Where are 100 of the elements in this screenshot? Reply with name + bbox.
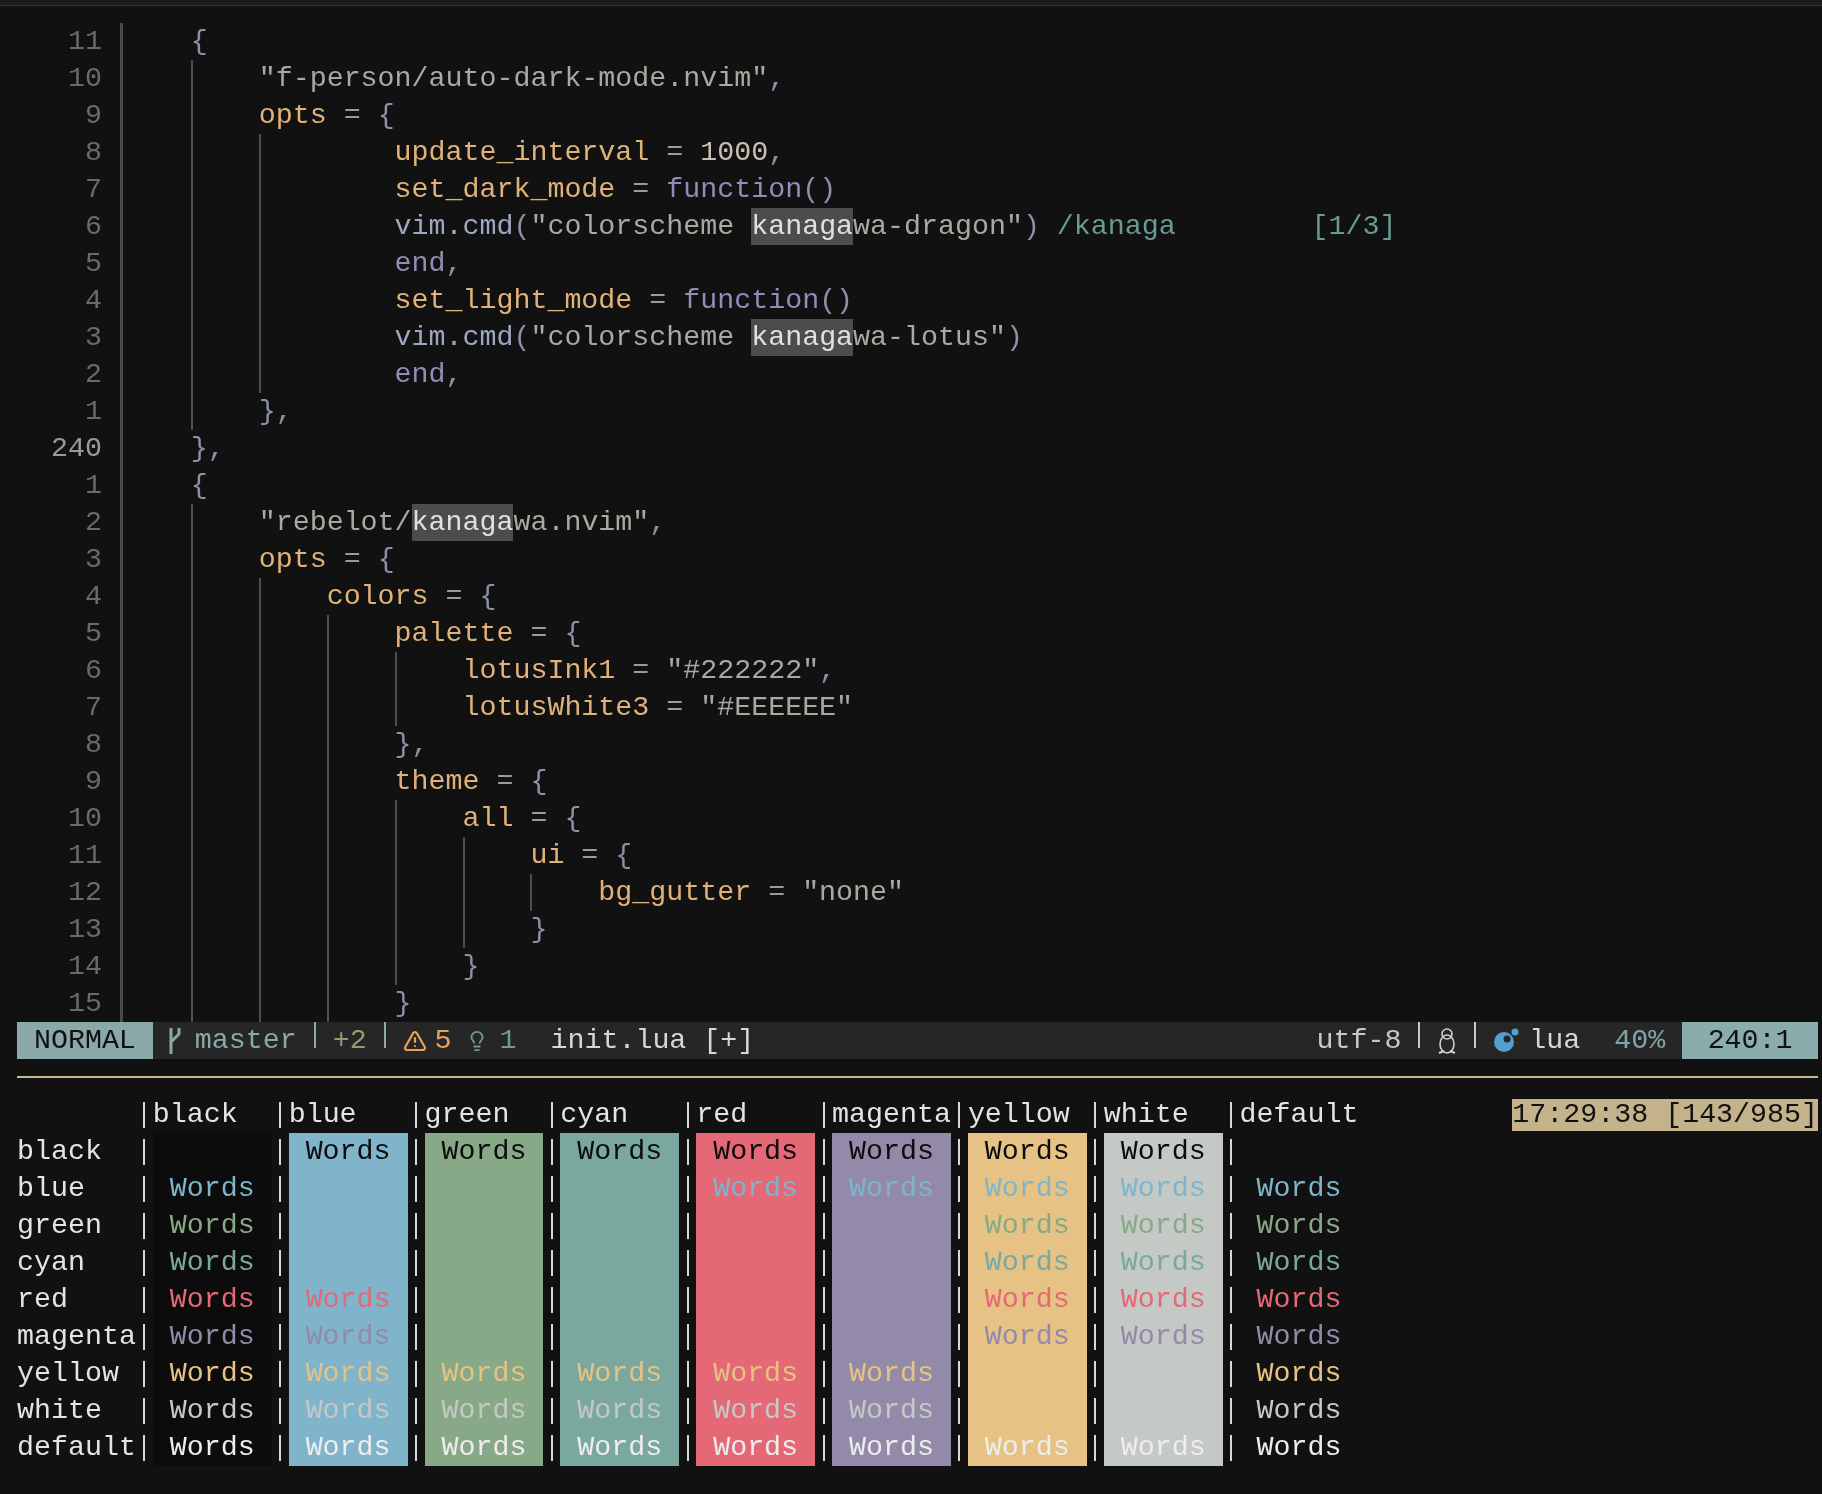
file-name: init.lua [+] [550,1023,755,1058]
string-text: "none" [802,875,904,910]
search-match: kanaga [751,319,854,356]
code-text: lotusWhite3 [462,690,650,725]
sample-text: Words [169,1319,255,1354]
code-text: ) [1022,209,1040,244]
line-number: 9 [83,764,102,799]
sample-text: Words [169,1356,255,1391]
code-text: { [564,801,582,836]
string-text: "colorscheme [530,320,736,355]
line-number: 11 [66,24,102,59]
sample-text: Words [305,1134,391,1169]
sample-text: Words [1120,1208,1206,1243]
sample-text: Words [713,1356,799,1391]
column-header: white [1103,1097,1189,1132]
row-header: magenta [17,1319,136,1354]
code-text: }, [190,431,225,466]
code-text: colors [326,579,429,614]
line-number: 1 [83,394,102,429]
code-text: opts [258,542,327,577]
keyword-text: function [666,172,803,207]
code-text: lotusInk1 [462,653,616,688]
sample-text: Words [1120,1134,1206,1169]
code-text: = [529,616,549,651]
warning-count: 5 [434,1023,452,1058]
sample-text: Words [849,1134,934,1169]
code-text: = [580,838,600,873]
scroll-percent: 40% [1614,1023,1666,1058]
code-text: = [648,283,668,318]
column-header: blue [288,1097,357,1132]
line-number: 7 [83,690,102,725]
sample-text: Words [1256,1319,1342,1354]
string-text: "colorscheme [530,209,736,244]
line-number: 6 [83,653,102,688]
row-header: white [17,1393,103,1428]
line-number: 8 [83,135,102,170]
code-text: { [190,24,208,59]
sample-text: Words [1256,1208,1342,1243]
line-number: 3 [83,542,102,577]
code-text: }, [394,727,429,762]
code-text: , [649,505,667,540]
diff-count: +2 [332,1023,367,1058]
file-encoding: utf-8 [1316,1023,1402,1058]
code-text: ( [513,209,531,244]
line-number: 10 [66,61,102,96]
sample-text: Words [577,1393,663,1428]
column-header: cyan [560,1097,629,1132]
keyword-text: end [394,246,446,281]
line-number: 1 [83,468,102,503]
mode-indicator: NORMAL [17,1022,153,1059]
line-number: 14 [66,949,102,984]
sample-text: Words [984,1171,1070,1206]
sample-text: Words [713,1171,799,1206]
code-text: } [394,986,412,1021]
code-text: = [342,98,362,133]
line-number: 2 [83,505,102,540]
sample-text: Words [305,1282,391,1317]
sample-text: Words [1256,1430,1342,1465]
git-branch: master [194,1023,297,1058]
line-number: 2 [83,357,102,392]
sample-text: Words [984,1430,1070,1465]
sample-text: Words [713,1393,799,1428]
code-text: theme [394,764,480,799]
code-text: opts [258,98,327,133]
sample-text: Words [1120,1245,1206,1280]
code-text: = [665,690,685,725]
code-text: () [819,283,854,318]
sample-text: Words [984,1245,1070,1280]
string-text: "f-person/auto-dark-mode.nvim" [258,61,769,96]
orbit-icon [1493,1027,1520,1054]
line-number: 4 [83,579,102,614]
code-text: { [190,468,208,503]
warning-icon [402,1028,427,1053]
sample-text: Words [1256,1282,1342,1317]
line-number: 10 [66,801,102,836]
keyword-text: function [683,283,820,318]
column-header: red [696,1097,748,1132]
sample-text: Words [169,1430,255,1465]
sample-text: Words [984,1134,1070,1169]
number-text: 1000 [700,135,769,170]
sample-text: Words [713,1134,799,1169]
line-number: 7 [83,172,102,207]
line-number: 240 [49,431,102,466]
line-number: 4 [83,283,102,318]
line-number: 13 [66,912,102,947]
sample-text: Words [305,1393,391,1428]
code-text: , [819,653,837,688]
code-text: , [768,135,786,170]
sample-text: Words [1256,1171,1342,1206]
clock-readout: 17:29:38 [143/985] [1512,1098,1818,1131]
sample-text: Words [169,1245,255,1280]
code-text: all [462,801,514,836]
column-header: magenta [832,1097,951,1132]
line-number: 8 [83,727,102,762]
string-text: "rebelot/ [258,505,412,540]
string-text: "#222222" [666,653,820,688]
sample-text: Words [1256,1356,1342,1391]
row-header: red [17,1282,69,1317]
code-text: { [615,838,633,873]
code-text: ( [513,320,531,355]
